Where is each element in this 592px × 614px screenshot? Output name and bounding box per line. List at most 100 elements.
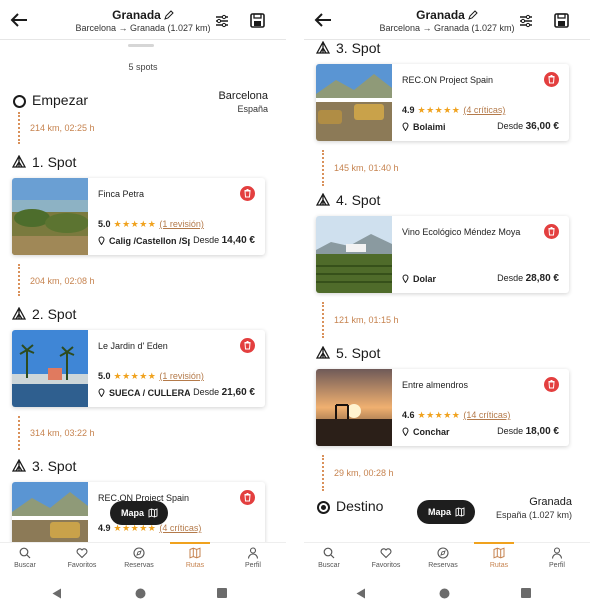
spot-card[interactable]: Entre almendros 4.6 ★★★★★ (14 críticas) Co… <box>316 369 569 446</box>
route-segment: 145 km, 01:40 h <box>322 150 542 186</box>
compass-icon <box>133 547 145 559</box>
recents-square-icon[interactable] <box>521 588 531 598</box>
reviews-link[interactable]: (4 críticas) <box>463 105 505 115</box>
spot-photo[interactable] <box>316 369 392 446</box>
edit-icon[interactable] <box>164 10 174 20</box>
map-icon <box>493 547 505 559</box>
segment-info: 214 km, 02:25 h <box>30 123 95 133</box>
route-title: Granada <box>112 8 161 22</box>
spot-photo[interactable] <box>12 178 88 255</box>
back-triangle-icon[interactable] <box>52 588 62 599</box>
nav-item-perfil[interactable]: Perfil <box>532 547 582 569</box>
filters-icon[interactable] <box>215 14 229 28</box>
nav-item-reservas[interactable]: Reservas <box>114 547 164 569</box>
header: Granada Barcelona → Granada (1.027 km) <box>0 0 286 40</box>
spot-card[interactable]: Le Jardin d' Eden 5.0 ★★★★★ (1 revisión) S… <box>12 330 265 407</box>
reviews-link[interactable]: (1 revisión) <box>159 219 204 229</box>
recents-square-icon[interactable] <box>217 588 227 598</box>
trash-icon <box>244 189 251 198</box>
drag-handle[interactable] <box>128 44 154 47</box>
back-triangle-icon[interactable] <box>356 588 366 599</box>
back-arrow-icon[interactable] <box>314 12 332 28</box>
filters-icon[interactable] <box>519 14 533 28</box>
spot-rating: 5.0 ★★★★★ (1 revisión) <box>98 219 204 229</box>
header-titles: Granada Barcelona → Granada (1.027 km) <box>364 8 530 33</box>
nav-item-buscar[interactable]: Buscar <box>0 547 50 569</box>
reviews-link[interactable]: (4 críticas) <box>159 523 201 533</box>
spot-photo[interactable] <box>316 216 392 293</box>
tent-icon <box>12 155 26 168</box>
segment-info: 314 km, 03:22 h <box>30 428 95 438</box>
map-button-label: Mapa <box>428 507 452 517</box>
delete-button[interactable] <box>240 186 255 201</box>
map-button[interactable]: Mapa <box>417 500 475 524</box>
nav-item-favoritos[interactable]: Favoritos <box>57 547 107 569</box>
map-icon <box>455 507 465 517</box>
spot-price: Desde 21,60 € <box>193 387 255 398</box>
system-nav-bar <box>304 576 590 614</box>
home-circle-icon[interactable] <box>135 588 146 599</box>
spot-price: Desde 36,00 € <box>497 121 559 132</box>
delete-button[interactable] <box>544 224 559 239</box>
spot-name: REC.ON Project Spain <box>402 75 494 85</box>
segment-info: 121 km, 01:15 h <box>334 315 399 325</box>
search-icon <box>19 547 31 559</box>
segment-info: 145 km, 01:40 h <box>334 163 399 173</box>
spot-photo[interactable] <box>316 64 392 141</box>
heart-icon <box>76 548 88 559</box>
spot-location: SUECA / CULLERA <box>98 388 190 398</box>
start-country: España <box>237 104 268 114</box>
edit-icon[interactable] <box>468 10 478 20</box>
trash-icon <box>244 493 251 502</box>
map-button-label: Mapa <box>121 508 145 518</box>
right-screen: Granada Barcelona → Granada (1.027 km) 3… <box>304 0 590 614</box>
spot-rating: 4.9 ★★★★★ (4 críticas) <box>402 105 506 115</box>
nav-item-rutas[interactable]: Rutas <box>170 547 220 569</box>
spot-price: Desde 18,00 € <box>497 426 559 437</box>
compass-icon <box>437 547 449 559</box>
system-nav-bar <box>0 576 286 614</box>
route-list[interactable]: 3. Spot REC.ON Project Spain 4.9 ★★★★★ (4 … <box>304 40 590 542</box>
segment-info: 204 km, 02:08 h <box>30 276 95 286</box>
save-icon[interactable] <box>250 13 265 28</box>
save-icon[interactable] <box>554 13 569 28</box>
nav-item-favoritos[interactable]: Favoritos <box>361 547 411 569</box>
spot-location: Conchar <box>402 427 494 437</box>
spot-photo[interactable] <box>12 482 88 542</box>
reviews-link[interactable]: (14 críticas) <box>463 410 510 420</box>
start-city: Barcelona <box>218 90 268 102</box>
pin-icon <box>402 427 409 436</box>
header-titles: Granada Barcelona → Granada (1.027 km) <box>60 8 226 33</box>
spot-card[interactable]: Finca Petra 5.0 ★★★★★ (1 revisión) Calig /… <box>12 178 265 255</box>
map-button[interactable]: Mapa <box>110 501 168 525</box>
home-circle-icon[interactable] <box>439 588 450 599</box>
trash-icon <box>244 341 251 350</box>
start-circle-icon <box>13 95 26 108</box>
spot-number: 3. Spot <box>336 40 381 56</box>
spot-photo[interactable] <box>12 330 88 407</box>
left-screen: Granada Barcelona → Granada (1.027 km) 5… <box>0 0 286 614</box>
nav-item-reservas[interactable]: Reservas <box>418 547 468 569</box>
spot-name: Entre almendros <box>402 380 469 390</box>
bottom-nav: Buscar Favoritos Reservas Rutas Perfil <box>304 542 590 576</box>
spot-card[interactable]: REC.ON Project Spain 4.9 ★★★★★ (4 críticas… <box>316 64 569 141</box>
user-icon <box>551 547 563 559</box>
pin-icon <box>98 388 105 397</box>
delete-button[interactable] <box>240 490 255 505</box>
route-list[interactable]: 5 spots Empezar Barcelona España 214 km,… <box>0 40 286 542</box>
back-arrow-icon[interactable] <box>10 12 28 28</box>
nav-item-perfil[interactable]: Perfil <box>228 547 278 569</box>
reviews-link[interactable]: (1 revisión) <box>159 371 204 381</box>
delete-button[interactable] <box>544 72 559 87</box>
spot-location: Calig /Castellon /Spain <box>98 236 190 246</box>
nav-item-rutas[interactable]: Rutas <box>474 547 524 569</box>
spot-number: 4. Spot <box>336 192 381 208</box>
nav-item-buscar[interactable]: Buscar <box>304 547 354 569</box>
spot-number: 2. Spot <box>32 306 77 322</box>
delete-button[interactable] <box>240 338 255 353</box>
delete-button[interactable] <box>544 377 559 392</box>
spot-card[interactable]: Vino Ecológico Méndez Moya Dolar Desde 2… <box>316 216 569 293</box>
start-label: Empezar <box>32 92 89 108</box>
spot-number: 3. Spot <box>32 458 77 474</box>
spot-location: Bolaimi <box>402 122 494 132</box>
